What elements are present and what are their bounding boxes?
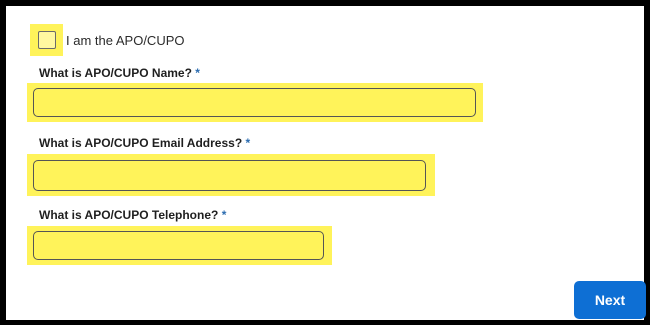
next-button[interactable]: Next (574, 281, 646, 319)
required-marker: * (245, 136, 251, 150)
apo-checkbox[interactable] (37, 31, 56, 49)
email-field-label: What is APO/CUPO Email Address? * (39, 136, 250, 150)
required-marker: * (221, 208, 227, 222)
apo-checkbox-label[interactable]: I am the APO/CUPO (66, 33, 185, 48)
telephone-field-label: What is APO/CUPO Telephone? * (39, 208, 226, 222)
name-label-text: What is APO/CUPO Name? (39, 66, 192, 80)
apo-name-input[interactable] (33, 88, 476, 117)
telephone-label-text: What is APO/CUPO Telephone? (39, 208, 219, 222)
apo-email-input[interactable] (33, 160, 426, 191)
form-panel: I am the APO/CUPO What is APO/CUPO Name?… (0, 0, 650, 325)
checkbox-highlight (30, 24, 63, 56)
email-label-text: What is APO/CUPO Email Address? (39, 136, 243, 150)
apo-telephone-input[interactable] (33, 231, 324, 260)
apo-checkbox-row: I am the APO/CUPO (30, 24, 185, 56)
name-field-label: What is APO/CUPO Name? * (39, 66, 200, 80)
required-marker: * (195, 66, 200, 80)
